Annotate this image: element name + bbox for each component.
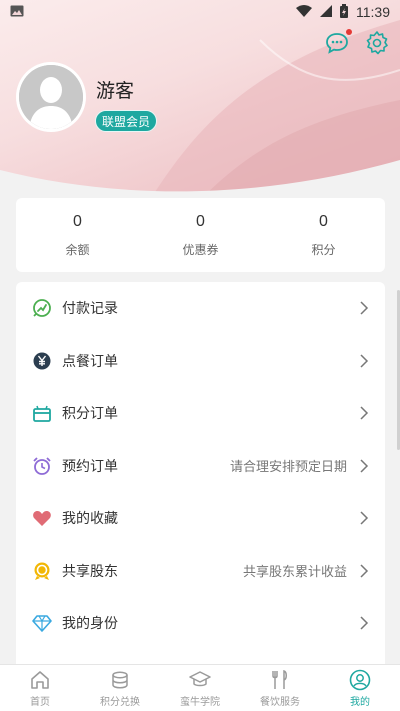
tab-label: 首页: [30, 696, 50, 708]
menu-item-label: 预约订单: [62, 457, 118, 474]
tab-catering[interactable]: 餐饮服务: [240, 665, 320, 711]
menu-item-label: 付款记录: [62, 300, 118, 317]
tab-label: 积分兑换: [100, 696, 140, 708]
alarm-clock-icon: [32, 456, 52, 476]
message-button[interactable]: [324, 29, 352, 56]
menu-item-points-orders[interactable]: 积分订单: [16, 387, 385, 440]
header-actions: [324, 29, 390, 56]
graduation-cap-icon: [189, 670, 211, 686]
fork-knife-icon: [272, 669, 287, 689]
stats-card: 0 余额 0 优惠券 0 积分: [16, 198, 385, 272]
tab-academy[interactable]: 蛮牛学院: [160, 665, 240, 711]
status-time: 11:39: [356, 4, 390, 20]
stat-points[interactable]: 0 积分: [262, 198, 385, 272]
tab-label: 我的: [350, 696, 370, 708]
menu-item-label: 积分订单: [62, 405, 118, 422]
heart-icon: [32, 508, 52, 528]
chevron-right-icon: [360, 406, 369, 420]
menu-item-hint: 请合理安排预定日期: [229, 459, 347, 475]
menu-list: 付款记录 点餐订单 积分订单 预约订单 请合理安排预定日期 我的收藏 共享股东 …: [16, 282, 385, 672]
settings-button[interactable]: [364, 30, 390, 56]
yen-icon: [32, 351, 52, 371]
status-bar: 11:39: [0, 0, 400, 24]
chevron-right-icon: [360, 564, 369, 578]
menu-item-shared-shareholder[interactable]: 共享股东 共享股东累计收益: [16, 545, 385, 598]
payment-record-icon: [32, 298, 52, 318]
member-badge[interactable]: 联盟会员: [95, 110, 158, 132]
tab-home[interactable]: 首页: [0, 665, 80, 711]
menu-item-label: 共享股东: [62, 562, 118, 579]
stat-label: 余额: [65, 242, 90, 257]
menu-item-payment-records[interactable]: 付款记录: [16, 282, 385, 335]
gear-icon: [366, 31, 388, 55]
default-avatar-icon: [19, 65, 83, 129]
battery-icon: [340, 3, 348, 21]
gift-icon: [32, 403, 52, 423]
menu-item-hint: 共享股东累计收益: [242, 564, 347, 580]
shareholder-icon: [32, 561, 52, 581]
chevron-right-icon: [360, 511, 369, 525]
chevron-right-icon: [360, 301, 369, 315]
wifi-icon: [296, 4, 312, 20]
stat-value: 0: [319, 212, 328, 230]
image-notification-icon: [10, 4, 24, 20]
menu-item-reservation-orders[interactable]: 预约订单 请合理安排预定日期: [16, 440, 385, 493]
menu-item-label: 点餐订单: [62, 352, 118, 369]
chevron-right-icon: [360, 616, 369, 630]
stat-label: 优惠券: [182, 242, 219, 257]
stat-label: 积分: [311, 242, 336, 257]
tab-label: 蛮牛学院: [180, 696, 220, 708]
menu-item-food-orders[interactable]: 点餐订单: [16, 335, 385, 388]
bottom-tab-bar: 首页 积分兑换 蛮牛学院 餐饮服务 我的: [0, 664, 400, 711]
stat-coupons[interactable]: 0 优惠券: [139, 198, 262, 272]
coins-icon: [112, 670, 128, 689]
user-name: 游客: [96, 81, 135, 102]
menu-item-label: 我的身份: [62, 615, 118, 632]
signal-icon: [320, 4, 332, 20]
stat-balance[interactable]: 0 余额: [16, 198, 139, 272]
stat-value: 0: [73, 212, 82, 230]
menu-item-my-identity[interactable]: 我的身份: [16, 597, 385, 650]
menu-item-label: 我的收藏: [62, 510, 118, 527]
menu-item-favorites[interactable]: 我的收藏: [16, 492, 385, 545]
chevron-right-icon: [360, 459, 369, 473]
stat-value: 0: [196, 212, 205, 230]
diamond-icon: [32, 613, 52, 633]
tab-mine[interactable]: 我的: [320, 665, 400, 711]
home-icon: [31, 670, 49, 689]
avatar[interactable]: [16, 62, 86, 132]
tab-label: 餐饮服务: [260, 696, 300, 708]
chevron-right-icon: [360, 354, 369, 368]
notification-dot: [346, 29, 352, 35]
tab-points-exchange[interactable]: 积分兑换: [80, 665, 160, 711]
user-icon: [349, 669, 371, 690]
